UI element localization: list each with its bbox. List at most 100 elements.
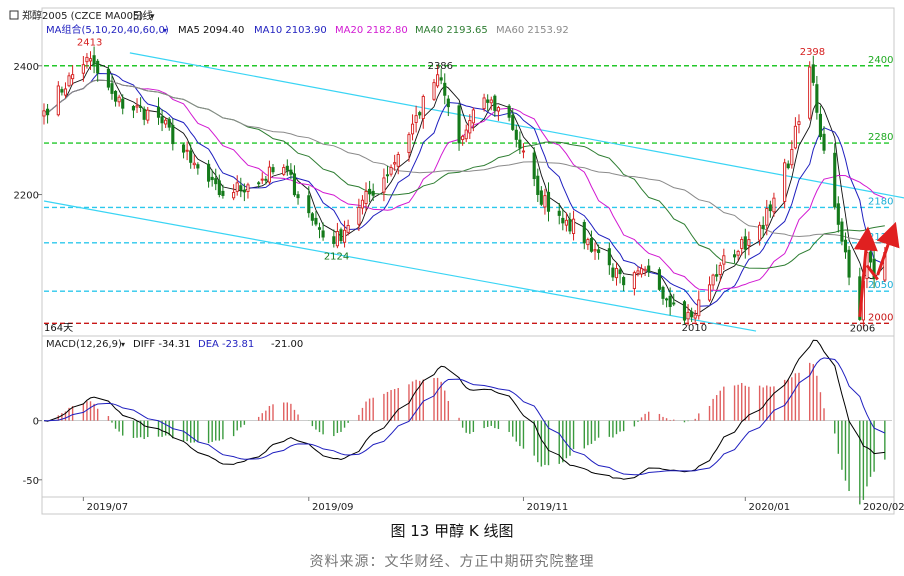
candle-body: [171, 124, 175, 145]
candle-body: [793, 125, 797, 149]
candle-body: [536, 175, 540, 195]
candle-body: [808, 66, 812, 119]
candle-body: [160, 116, 164, 124]
candle-body: [139, 106, 143, 108]
candle-body: [461, 135, 465, 141]
candle-body: [368, 188, 372, 195]
candle-body: [833, 152, 837, 208]
candle-body: [868, 251, 873, 263]
candle-body: [783, 162, 787, 202]
candle-body: [185, 149, 189, 152]
candle-body: [711, 274, 715, 286]
candle-body: [342, 229, 347, 243]
candle-body: [396, 154, 400, 167]
level-label: 2050: [868, 280, 893, 291]
candle-body: [81, 64, 85, 74]
candle-body: [733, 254, 737, 258]
candle-body: [436, 74, 440, 87]
price-annotation: 2386: [428, 61, 453, 72]
y-tick-label: 2200: [14, 191, 39, 202]
candle-body: [618, 269, 622, 275]
candle-body: [46, 108, 50, 116]
candle-body: [364, 191, 368, 204]
candle-body: [818, 113, 822, 138]
instrument-label: 郑醇2005 (CZCE MA005): [22, 9, 143, 22]
candle-body: [310, 213, 314, 221]
ma-group-label[interactable]: MA组合(5,10,20,40,60,0): [46, 23, 169, 36]
level-label: 2280: [868, 132, 893, 143]
price-annotation: 2413: [77, 37, 102, 48]
candle-body: [221, 190, 225, 196]
candle-body: [382, 177, 386, 193]
candle-body: [210, 176, 214, 181]
candle-body: [321, 230, 325, 238]
price-annotation: 2006: [850, 323, 875, 334]
candle-body: [521, 150, 526, 153]
candle-body: [121, 98, 125, 109]
candle-body: [611, 267, 615, 278]
price-annotation: 2398: [800, 47, 825, 58]
chart-header: 郑醇2005 (CZCE MA005) 日线 ▾: [9, 9, 155, 22]
candle-body: [439, 77, 443, 81]
chevron-down-icon[interactable]: ▾: [121, 340, 125, 349]
candle-body: [768, 204, 772, 212]
chart-stage: 郑醇2005 (CZCE MA005) 日线 ▾ MA组合(5,10,20,40…: [0, 0, 904, 576]
candle-body: [285, 165, 289, 171]
candle-body: [192, 162, 196, 166]
candle-body: [432, 82, 436, 100]
candle-body: [482, 97, 486, 110]
candle-body: [214, 178, 218, 185]
candle-body: [414, 115, 418, 123]
chevron-down-icon[interactable]: ▾: [163, 26, 167, 35]
candle-body: [332, 236, 336, 244]
chevron-down-icon[interactable]: ▾: [150, 12, 155, 22]
candle-body: [564, 219, 568, 226]
candle-body: [811, 64, 815, 83]
candle-body: [156, 106, 161, 118]
candle-body: [568, 219, 572, 232]
candle-body: [632, 272, 636, 289]
candle-body: [586, 239, 590, 246]
candle-body: [131, 105, 136, 111]
ma5-legend: MA5 2094.40: [178, 25, 244, 36]
x-tick-label: 2019/09: [312, 502, 354, 513]
x-tick-label: 2020/01: [749, 502, 791, 513]
candle-body: [85, 56, 89, 63]
candle-body: [736, 250, 740, 256]
candle-body: [546, 191, 551, 212]
price-annotation: 2010: [682, 323, 707, 334]
candle-body: [360, 199, 365, 209]
candle-body: [164, 119, 168, 125]
candle-body: [60, 89, 64, 93]
candle-body: [292, 173, 297, 196]
candle-body: [110, 83, 114, 94]
candle-body: [92, 55, 96, 65]
candle-body: [493, 95, 497, 111]
figure-caption: 图 13 甲醇 K 线图: [390, 522, 514, 540]
ma60-legend: MA60 2153.92: [496, 25, 569, 36]
candle-body: [167, 118, 171, 128]
y-tick-label: 0: [33, 417, 39, 428]
candle-body: [543, 195, 547, 208]
candle-body: [389, 167, 393, 175]
level-label: 2400: [868, 55, 893, 66]
candle-body: [597, 249, 601, 253]
candle-body: [747, 239, 751, 246]
candle-body: [235, 182, 239, 192]
price-annotation: 2124: [324, 251, 349, 262]
candle-body: [682, 301, 687, 321]
candle-body: [514, 129, 518, 140]
candle-body: [63, 88, 68, 96]
candle-body: [690, 311, 694, 318]
macd-label[interactable]: MACD(12,26,9): [46, 339, 122, 350]
candle-body: [718, 264, 722, 275]
candle-body: [847, 249, 851, 278]
candle-body: [307, 195, 311, 214]
candle-body: [117, 96, 121, 103]
dea-legend: DEA -23.81: [198, 339, 254, 350]
candle-body: [607, 248, 611, 266]
candle-body: [636, 270, 640, 274]
candle-body: [232, 192, 236, 199]
ma20-legend: MA20 2182.80: [335, 25, 408, 36]
candle-body: [314, 217, 318, 225]
